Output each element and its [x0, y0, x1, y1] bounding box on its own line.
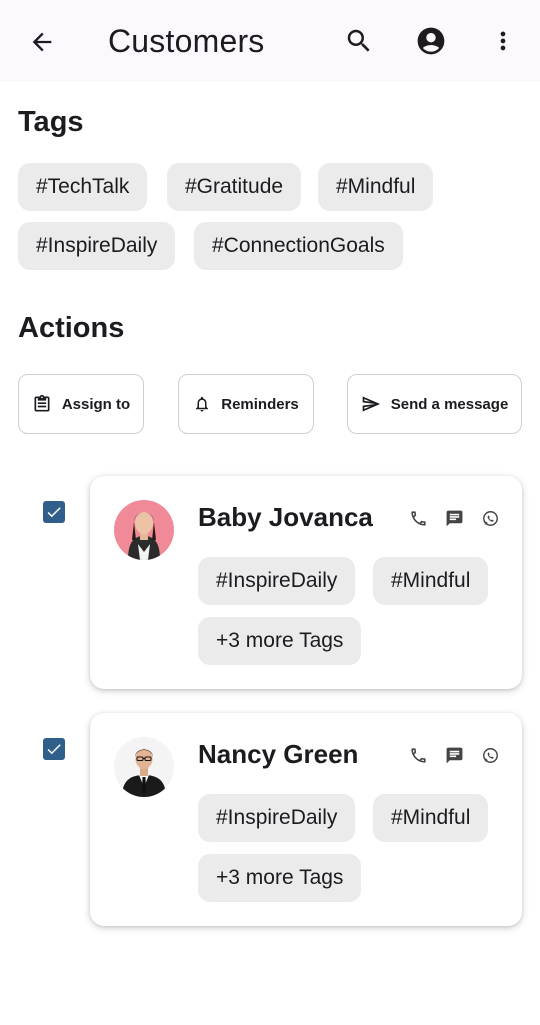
search-button[interactable]	[340, 22, 378, 60]
app-bar: Customers	[0, 0, 540, 82]
avatar	[114, 737, 174, 797]
checkmark-icon	[47, 744, 61, 755]
tag-chip[interactable]: #Gratitude	[167, 163, 302, 211]
tag-chip[interactable]: #TechTalk	[18, 163, 148, 211]
more-tags-chip[interactable]: +3 more Tags	[198, 854, 362, 902]
actions-heading: Actions	[18, 312, 125, 344]
tags-heading: Tags	[18, 106, 84, 138]
customer-card[interactable]: Nancy Green #InspireDaily #Mindful +3 mo…	[90, 713, 522, 926]
customer-name: Baby Jovanca	[198, 502, 373, 532]
customer-name: Nancy Green	[198, 739, 359, 769]
message-icon[interactable]	[444, 508, 464, 528]
search-icon	[347, 29, 370, 52]
more-options-button[interactable]	[484, 22, 522, 60]
assign-to-label: Assign to	[61, 395, 131, 413]
tag-chip[interactable]: #Mindful	[318, 163, 434, 211]
phone-icon[interactable]	[408, 508, 428, 528]
customer-tag-chip[interactable]: #InspireDaily	[198, 794, 356, 842]
clipboard-icon	[34, 394, 50, 412]
customer-checkbox[interactable]	[43, 738, 65, 760]
customer-tag-chip[interactable]: #Mindful	[373, 794, 489, 842]
send-icon	[362, 396, 380, 412]
account-circle-icon	[417, 27, 445, 55]
page-title: Customers	[108, 23, 265, 59]
whatsapp-icon[interactable]	[480, 745, 500, 765]
tag-chip[interactable]: #InspireDaily	[18, 222, 176, 270]
reminders-button[interactable]: Reminders	[178, 374, 314, 434]
customer-card[interactable]: Baby Jovanca #InspireDaily #Mindful +3 m…	[90, 476, 522, 689]
bell-icon	[196, 396, 209, 412]
checkmark-icon	[47, 507, 61, 518]
contact-icons	[408, 508, 500, 528]
more-tags-chip[interactable]: +3 more Tags	[198, 617, 362, 665]
tag-chip[interactable]: #ConnectionGoals	[194, 222, 403, 270]
customer-tag-chip[interactable]: #InspireDaily	[198, 557, 356, 605]
avatar	[114, 500, 174, 560]
back-button[interactable]	[24, 24, 60, 60]
send-message-button[interactable]: Send a message	[347, 374, 522, 434]
phone-icon[interactable]	[408, 745, 428, 765]
arrow-back-icon	[32, 32, 52, 52]
contact-icons	[408, 745, 500, 765]
reminders-label: Reminders	[221, 395, 299, 413]
message-icon[interactable]	[444, 745, 464, 765]
assign-to-button[interactable]: Assign to	[18, 374, 144, 434]
more-vert-icon	[500, 31, 506, 51]
account-button[interactable]	[412, 22, 450, 60]
customer-checkbox[interactable]	[43, 501, 65, 523]
whatsapp-icon[interactable]	[480, 508, 500, 528]
customer-tag-chip[interactable]: #Mindful	[373, 557, 489, 605]
send-message-label: Send a message	[390, 395, 509, 413]
